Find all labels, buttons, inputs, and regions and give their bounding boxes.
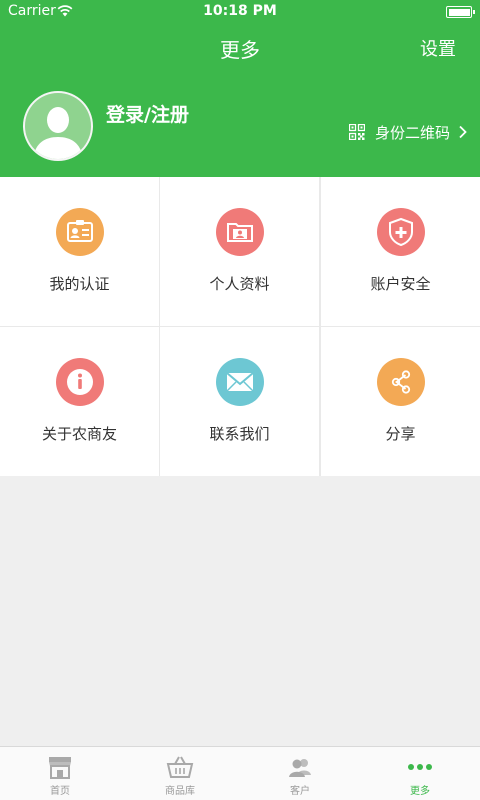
tab-products[interactable]: 商品库: [120, 747, 240, 800]
menu-item-label: 关于农商友: [41, 425, 117, 443]
share-icon: [377, 358, 425, 406]
status-bar: Carrier 10:18 PM: [0, 0, 480, 24]
basket-icon: [166, 756, 194, 778]
info-icon: [56, 358, 104, 406]
identity-qr-label: 身份二维码: [374, 123, 450, 142]
tab-label: 首页: [50, 786, 70, 797]
battery-icon: [446, 6, 475, 18]
menu-item-contact[interactable]: 联系我们: [160, 327, 319, 476]
menu-item-share[interactable]: 分享: [321, 327, 480, 476]
page-title: 更多: [220, 38, 260, 62]
tab-home[interactable]: 首页: [0, 747, 120, 800]
avatar[interactable]: [23, 91, 93, 161]
settings-button[interactable]: 设置: [420, 35, 456, 61]
menu-item-profile[interactable]: 个人资料: [160, 177, 319, 326]
menu-item-label: 分享: [385, 425, 416, 443]
menu-item-label: 我的认证: [49, 275, 110, 293]
menu-item-label: 账户安全: [370, 275, 431, 293]
chevron-right-icon: [459, 125, 467, 139]
envelope-icon: [216, 358, 264, 406]
menu-item-label: 联系我们: [209, 425, 270, 443]
menu-item-certification[interactable]: 我的认证: [0, 177, 159, 326]
header: Carrier 10:18 PM 更多 设置 登录/注册 身份二维码: [0, 0, 480, 177]
clock: 10:18 PM: [203, 3, 277, 19]
tab-label: 商品库: [165, 786, 195, 797]
more-dots-icon: [408, 764, 432, 770]
id-card-icon: [56, 208, 104, 256]
menu-item-account-security[interactable]: 账户安全: [321, 177, 480, 326]
tab-label: 更多: [410, 786, 430, 797]
menu-grid: 我的认证 个人资料 账户安全 关于农商友 联系我们 分享: [0, 177, 480, 476]
login-register-link[interactable]: 登录/注册: [106, 100, 189, 127]
folder-profile-icon: [216, 208, 264, 256]
tab-label: 客户: [290, 786, 310, 797]
tab-bar: 首页 商品库 客户 更多: [0, 746, 480, 800]
users-icon: [289, 759, 311, 777]
menu-item-label: 个人资料: [209, 275, 270, 293]
identity-qr-link[interactable]: 身份二维码: [348, 122, 468, 142]
store-icon: [49, 757, 71, 779]
tab-customers[interactable]: 客户: [240, 747, 360, 800]
shield-plus-icon: [377, 208, 425, 256]
qr-code-icon: [348, 124, 365, 140]
menu-item-about[interactable]: 关于农商友: [0, 327, 159, 476]
default-user-icon: [25, 93, 91, 159]
tab-more[interactable]: 更多: [360, 747, 480, 800]
